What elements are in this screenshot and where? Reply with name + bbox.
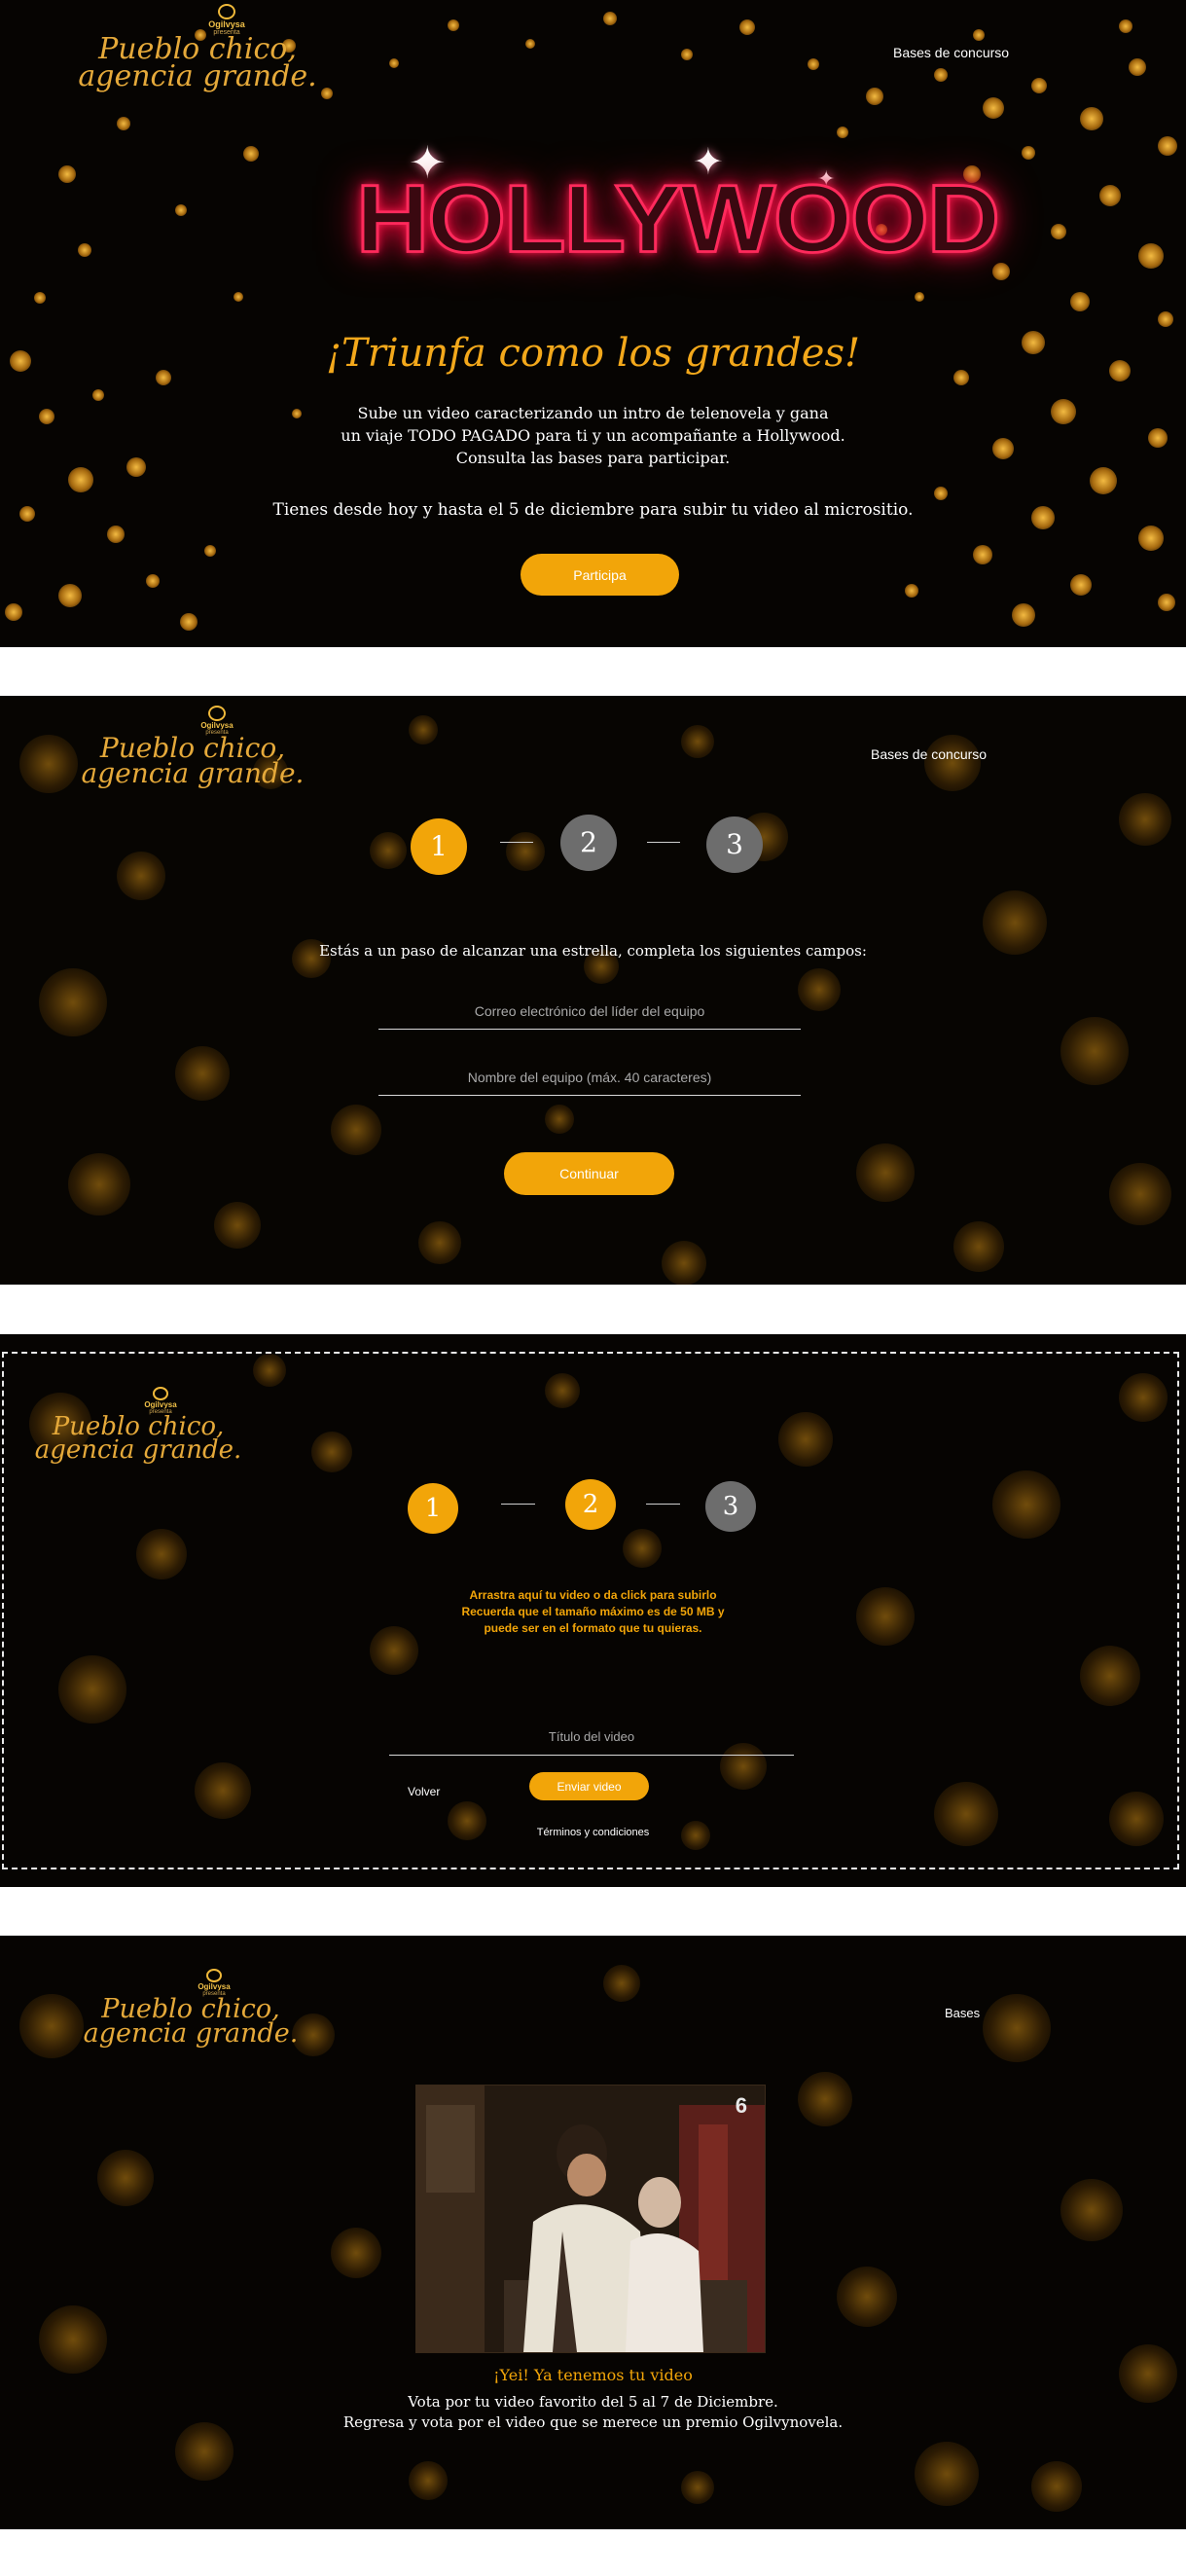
video-still <box>416 2086 765 2352</box>
hero-deadline: Tienes desde hoy y hasta el 5 de diciemb… <box>272 500 914 520</box>
hero-tagline: ¡Triunfa como los grandes! <box>325 331 861 376</box>
email-placeholder: Correo electrónico del líder del equipo <box>474 1003 705 1019</box>
step-divider <box>647 842 680 843</box>
step-divider <box>500 842 533 843</box>
team-name-placeholder: Nombre del equipo (máx. 40 caracteres) <box>467 1070 712 1085</box>
hero-description-line: un viaje TODO PAGADO para ti y un acompa… <box>341 426 845 445</box>
enviar-video-button[interactable]: Enviar video <box>529 1772 649 1800</box>
logo-brand: Ogilvysa <box>208 19 245 29</box>
volver-link[interactable]: Volver <box>408 1785 440 1798</box>
ogilvy-logo[interactable]: Ogilvysa presenta Pueblo chico, agencia … <box>84 1969 336 2047</box>
step1-prompt: Estás a un paso de alcanzar una estrella… <box>319 942 867 960</box>
video-thumbnail[interactable]: 6 <box>415 2085 766 2353</box>
bokeh-background <box>0 0 1186 647</box>
upload-instruction-line: Arrastra aquí tu video o da click para s… <box>469 1588 717 1602</box>
ogilvy-logo[interactable]: Ogilvysa presenta Pueblo chico, agencia … <box>78 4 358 91</box>
logo-brand: Ogilvysa <box>198 1982 231 1991</box>
bases-link[interactable]: Bases de concurso <box>893 45 1009 60</box>
team-name-field[interactable]: Nombre del equipo (máx. 40 caracteres) <box>378 1064 801 1096</box>
hero-description-line: Consulta las bases para participar. <box>455 449 731 467</box>
step1-panel: Ogilvysa presenta Pueblo chico, agencia … <box>0 696 1186 1285</box>
ogilvy-ring-icon <box>208 706 226 721</box>
step-2-indicator: 2 <box>560 815 617 871</box>
logo-line-2: agencia grande. <box>83 2018 299 2049</box>
logo-brand: Ogilvysa <box>200 721 234 730</box>
step-1-indicator: 1 <box>411 818 467 875</box>
ogilvy-ring-icon <box>218 4 235 19</box>
confirmation-line: Vota por tu video favorito del 5 al 7 de… <box>408 2393 778 2411</box>
participa-button[interactable]: Participa <box>521 554 679 596</box>
email-field[interactable]: Correo electrónico del líder del equipo <box>378 998 801 1030</box>
upload-instructions[interactable]: Arrastra aquí tu video o da click para s… <box>0 1587 1186 1637</box>
video-title-field[interactable]: Título del video <box>389 1725 794 1756</box>
upload-instruction-line: puede ser en el formato que tu quieras. <box>484 1621 702 1635</box>
channel-logo-icon: 6 <box>735 2093 747 2118</box>
terminos-link[interactable]: Términos y condiciones <box>0 1827 1186 1838</box>
upload-instruction-line: Recuerda que el tamaño máximo es de 50 M… <box>461 1605 725 1618</box>
ogilvy-logo[interactable]: Ogilvysa presenta Pueblo chico, agencia … <box>82 706 339 787</box>
continuar-button[interactable]: Continuar <box>504 1152 674 1195</box>
logo-line-2: agencia grande. <box>78 59 317 93</box>
logo-line-2: agencia grande. <box>81 757 305 789</box>
bases-link[interactable]: Bases de concurso <box>871 746 987 762</box>
hero-panel: Ogilvysa presenta Pueblo chico, agencia … <box>0 0 1186 647</box>
step-3-indicator: 3 <box>706 816 763 873</box>
hero-description-line: Sube un video caracterizando un intro de… <box>357 404 829 422</box>
confirmation-message: Vota por tu video favorito del 5 al 7 de… <box>0 2392 1186 2433</box>
ogilvy-ring-icon <box>206 1969 222 1982</box>
confirmation-line: Regresa y vota por el video que se merec… <box>342 2413 844 2431</box>
hero-description: Sube un video caracterizando un intro de… <box>0 402 1186 469</box>
hollywood-neon-title: HOLLYWOOD <box>355 164 1002 273</box>
bases-link[interactable]: Bases <box>945 2006 980 2020</box>
video-title-placeholder: Título del video <box>548 1729 635 1744</box>
confirmation-heading: ¡Yei! Ya tenemos tu video <box>493 2366 693 2384</box>
